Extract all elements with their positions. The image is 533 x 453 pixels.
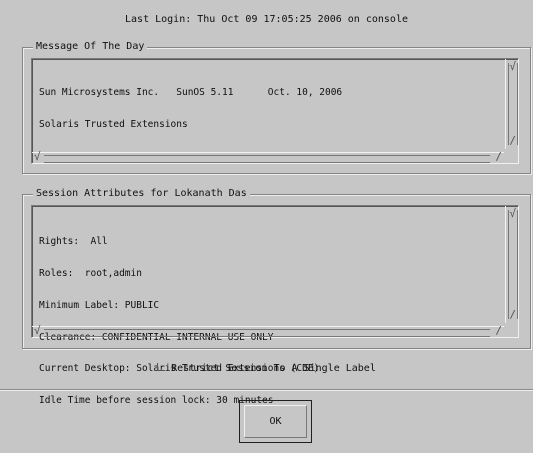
session-scroll-left-corner-icon: √ [34, 324, 41, 337]
restrict-session-checkbox[interactable] [157, 363, 166, 371]
motd-horizontal-scroll-thumb[interactable] [44, 155, 490, 163]
motd-scroll-right-corner-icon: / [495, 150, 502, 163]
session-line-roles: Roles: root,admin [39, 267, 142, 279]
last-login-text: Last Login: Thu Oct 09 17:05:25 2006 on … [125, 14, 408, 25]
session-frame: Session Attributes for Lokanath Das Righ… [22, 188, 531, 406]
motd-textarea[interactable]: Sun Microsystems Inc. SunOS 5.11 Oct. 10… [31, 58, 519, 164]
motd-line-1: Sun Microsystems Inc. SunOS 5.11 Oct. 10… [39, 87, 343, 99]
motd-line-2: Solaris Trusted Extensions [39, 118, 188, 130]
session-line-rights: Rights: All [39, 236, 108, 248]
motd-scroll-down-corner-icon: / [509, 134, 516, 147]
session-frame-title: Session Attributes for Lokanath Das [33, 188, 250, 200]
ok-button[interactable]: OK [244, 405, 307, 438]
session-vertical-scroll-thumb[interactable] [508, 210, 518, 319]
session-textarea[interactable]: Rights: All Roles: root,admin Minimum La… [31, 205, 519, 406]
ok-default-ring: OK [239, 400, 312, 443]
motd-frame: Message Of The Day Sun Microsystems Inc.… [22, 41, 531, 174]
dialog-separator [0, 389, 533, 391]
session-text: Rights: All Roles: root,admin Minimum La… [39, 216, 319, 428]
session-vertical-scrollbar[interactable] [505, 206, 518, 323]
session-horizontal-scrollbar[interactable] [32, 326, 504, 337]
motd-scroll-left-corner-icon: √ [34, 150, 41, 163]
motd-vertical-scroll-thumb[interactable] [508, 63, 518, 145]
session-horizontal-scroll-thumb[interactable] [44, 329, 490, 337]
motd-frame-title: Message Of The Day [33, 41, 148, 53]
motd-scroll-up-corner-icon: √ [509, 60, 516, 73]
session-scroll-up-corner-icon: √ [509, 207, 516, 220]
restrict-session-toggle[interactable]: Restrict Session To A Single Label [0, 363, 533, 374]
session-line-min-label: Minimum Label: PUBLIC [39, 299, 160, 311]
motd-text: Sun Microsystems Inc. SunOS 5.11 Oct. 10… [39, 67, 342, 152]
restrict-session-label: Restrict Session To A Single Label [171, 363, 376, 374]
session-scroll-down-corner-icon: / [509, 308, 516, 321]
motd-horizontal-scrollbar[interactable] [32, 152, 504, 163]
session-scroll-right-corner-icon: / [495, 324, 502, 337]
